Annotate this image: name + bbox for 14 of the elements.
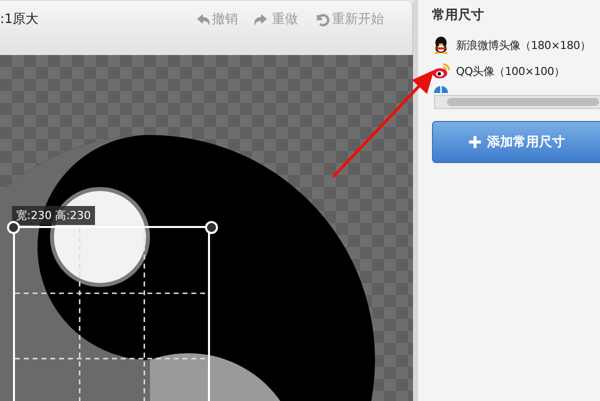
eye-logo-icon [432, 62, 450, 80]
add-size-button[interactable]: 添加常用尺寸 [432, 121, 600, 163]
restart-icon [314, 11, 330, 27]
scrollbar-thumb[interactable] [447, 98, 599, 106]
zoom-label[interactable]: :1原大 [0, 10, 39, 28]
globe-icon [432, 84, 450, 93]
preset-item[interactable]: QQ头像（100×100） [456, 64, 565, 78]
horizontal-scrollbar[interactable] [434, 95, 600, 109]
crop-selection-box[interactable] [13, 226, 210, 401]
preset-item[interactable]: 新浪微博头像（180×180） [456, 38, 591, 52]
section-heading: 常用尺寸 [432, 7, 485, 24]
penguin-icon [432, 36, 450, 54]
crop-size-label: 宽:230 高:230 [12, 206, 95, 225]
plus-icon [469, 136, 481, 148]
